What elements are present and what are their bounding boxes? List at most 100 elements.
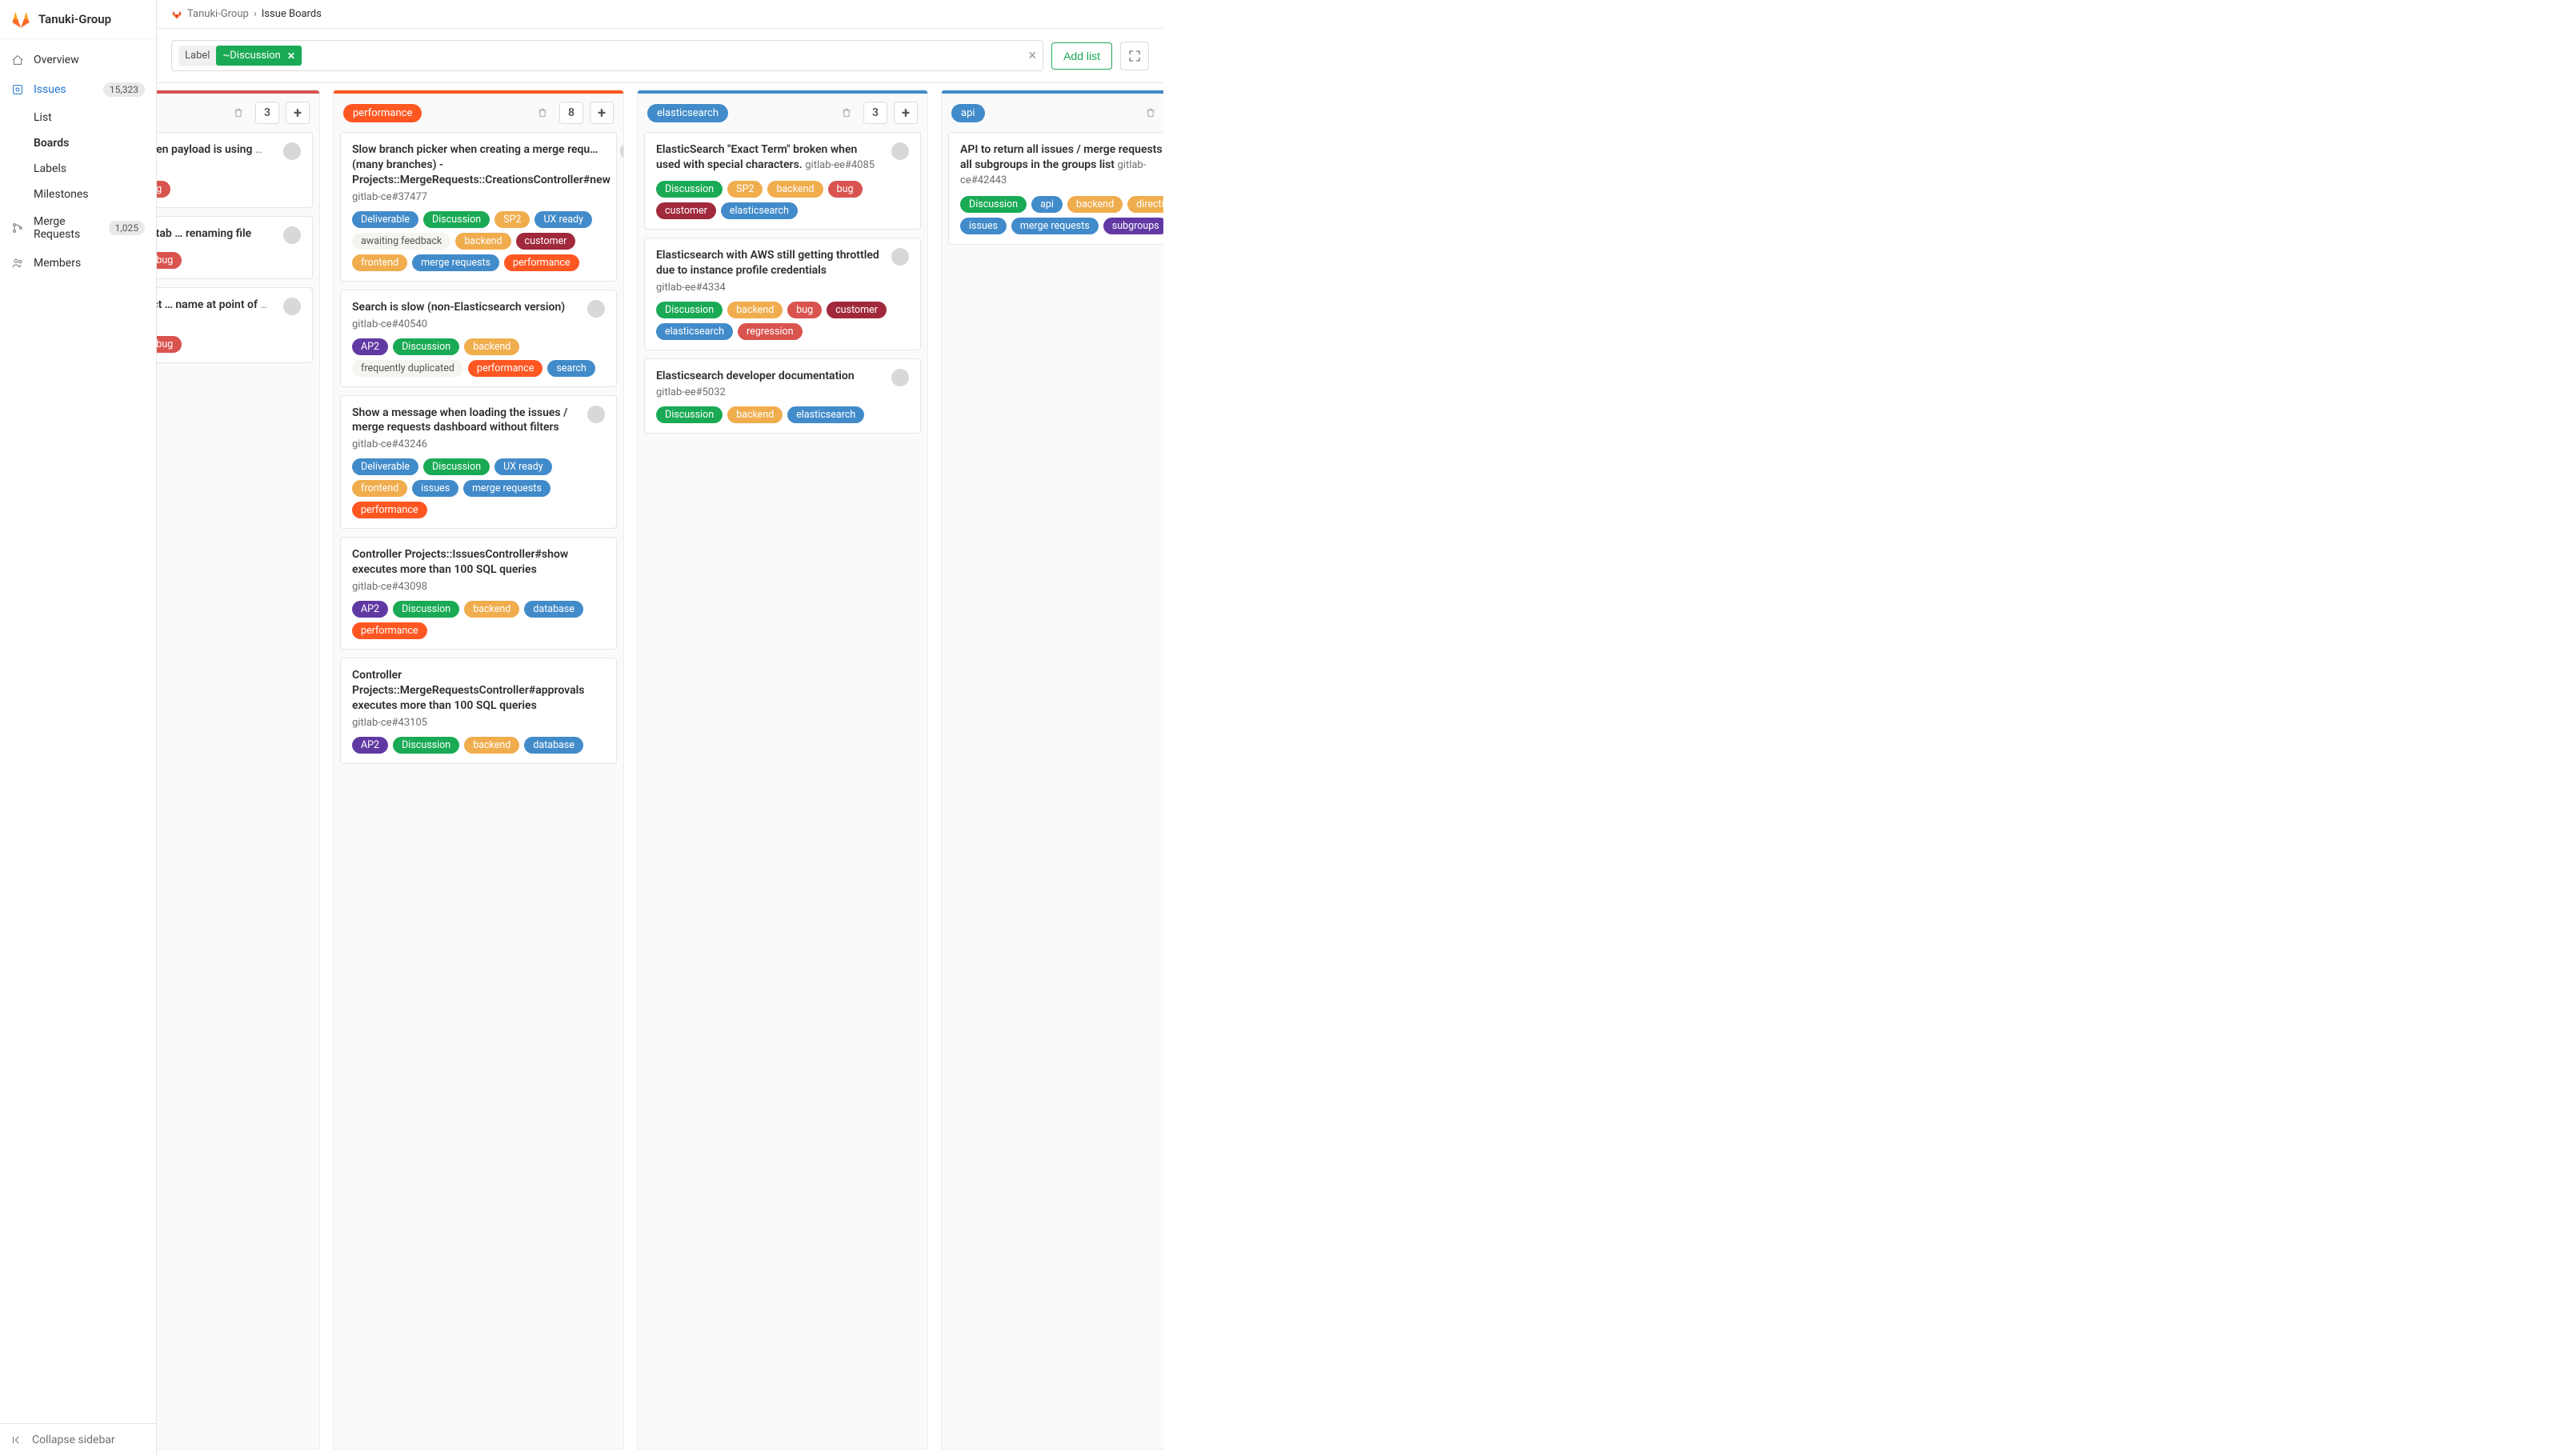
label-pill[interactable]: AP2: [352, 737, 388, 754]
label-pill[interactable]: regression: [738, 323, 803, 340]
issue-card[interactable]: ElasticSearch "Exact Term" broken when u…: [644, 132, 921, 230]
label-pill[interactable]: frontend: [352, 480, 407, 497]
column-delete-button[interactable]: [836, 102, 857, 123]
assignee-avatar[interactable]: [283, 298, 301, 315]
label-pill[interactable]: Discussion: [393, 737, 459, 754]
column-add-button[interactable]: +: [894, 102, 918, 124]
issue-card[interactable]: Show a message when loading the issues /…: [340, 395, 617, 530]
label-pill[interactable]: UX ready: [534, 211, 592, 228]
label-pill[interactable]: backend: [464, 338, 519, 355]
assignee-avatar[interactable]: [891, 142, 909, 160]
label-pill[interactable]: backend: [1067, 196, 1123, 213]
label-pill[interactable]: AP2: [352, 601, 388, 618]
assignee-avatar[interactable]: [283, 226, 301, 244]
label-pill[interactable]: frequently duplicated: [352, 360, 463, 377]
label-pill[interactable]: api: [1031, 196, 1063, 213]
label-pill[interactable]: awaiting feedback: [352, 233, 450, 250]
issue-card[interactable]: …me inside Changes-tab … renaming file S…: [157, 216, 313, 279]
filter-input[interactable]: Label ~Discussion ✕ ×: [171, 40, 1043, 71]
label-pill[interactable]: database: [524, 737, 583, 754]
label-pill[interactable]: Discussion: [423, 211, 490, 228]
issue-card[interactable]: Elasticsearch developer documentation gi…: [644, 358, 921, 434]
label-pill[interactable]: Deliverable: [352, 211, 418, 228]
filter-chip[interactable]: ~Discussion ✕: [216, 46, 301, 66]
sidebar-subitem-boards[interactable]: Boards: [34, 130, 156, 156]
filter-chip-remove-icon[interactable]: ✕: [287, 50, 295, 62]
label-pill[interactable]: backend: [464, 601, 519, 618]
label-pill[interactable]: search: [547, 360, 594, 377]
label-pill[interactable]: Deliverable: [352, 458, 418, 475]
label-pill[interactable]: UX ready: [494, 458, 552, 475]
sidebar-item-overview[interactable]: Overview: [0, 46, 156, 74]
label-pill[interactable]: bug: [157, 181, 170, 198]
label-pill[interactable]: database: [524, 601, 583, 618]
label-pill[interactable]: issues: [960, 218, 1007, 234]
issue-card[interactable]: Elasticsearch with AWS still getting thr…: [644, 238, 921, 350]
boards-container[interactable]: 3 + …ilestones data- …when payload is us…: [157, 83, 1163, 1456]
issue-card[interactable]: …ilestones data- …when payload is using …: [157, 132, 313, 208]
column-body[interactable]: …ilestones data- …when payload is using …: [157, 132, 319, 1449]
label-pill[interactable]: elasticsearch: [787, 406, 864, 423]
label-pill[interactable]: issues: [412, 480, 458, 497]
label-pill[interactable]: Discussion: [656, 302, 723, 318]
sidebar-subitem-labels[interactable]: Labels: [34, 156, 156, 182]
column-delete-button[interactable]: [228, 102, 249, 123]
assignee-avatar[interactable]: [891, 248, 909, 266]
label-pill[interactable]: customer: [656, 202, 716, 219]
label-pill[interactable]: bug: [828, 181, 863, 198]
label-pill[interactable]: backend: [727, 302, 783, 318]
label-pill[interactable]: Discussion: [393, 338, 459, 355]
label-pill[interactable]: SP2: [727, 181, 763, 198]
label-pill[interactable]: customer: [516, 233, 576, 250]
label-pill[interactable]: merge requests: [1011, 218, 1099, 234]
label-pill[interactable]: Discussion: [656, 181, 723, 198]
issue-card[interactable]: …e Issue' using project … name at point …: [157, 287, 313, 363]
assignee-avatar[interactable]: [587, 300, 605, 318]
issue-card[interactable]: API to return all issues / merge request…: [948, 132, 1163, 245]
label-pill[interactable]: backend: [464, 737, 519, 754]
label-pill[interactable]: bug: [157, 252, 182, 269]
label-pill[interactable]: merge requests: [463, 480, 550, 497]
label-pill[interactable]: frontend: [352, 254, 407, 271]
label-pill[interactable]: customer: [827, 302, 887, 318]
label-pill[interactable]: backend: [727, 406, 783, 423]
label-pill[interactable]: Discussion: [960, 196, 1027, 213]
assignee-avatar[interactable]: [587, 406, 605, 423]
column-add-button[interactable]: +: [286, 102, 310, 124]
issue-card[interactable]: Search is slow (non-Elasticsearch versio…: [340, 290, 617, 387]
column-label-pill[interactable]: performance: [343, 104, 422, 122]
column-body[interactable]: API to return all issues / merge request…: [942, 132, 1163, 1449]
issue-card[interactable]: Controller Projects::IssuesController#sh…: [340, 537, 617, 650]
assignee-avatar[interactable]: [891, 369, 909, 386]
fullscreen-button[interactable]: [1120, 42, 1149, 70]
collapse-sidebar-button[interactable]: Collapse sidebar: [0, 1423, 156, 1456]
label-pill[interactable]: Discussion: [393, 601, 459, 618]
label-pill[interactable]: performance: [352, 502, 427, 518]
sidebar-item-members[interactable]: Members: [0, 249, 156, 278]
breadcrumb-group[interactable]: Tanuki-Group: [187, 8, 249, 20]
label-pill[interactable]: direction: [1127, 196, 1163, 213]
label-pill[interactable]: subgroups: [1103, 218, 1163, 234]
label-pill[interactable]: backend: [767, 181, 823, 198]
sidebar-item-merge-requests[interactable]: Merge Requests1,025: [0, 207, 156, 249]
issue-card[interactable]: Slow branch picker when creating a merge…: [340, 132, 617, 282]
column-label-pill[interactable]: elasticsearch: [647, 104, 728, 122]
sidebar-item-issues[interactable]: Issues15,323: [0, 74, 156, 105]
sidebar-subitem-list[interactable]: List: [34, 105, 156, 130]
column-delete-button[interactable]: [1140, 102, 1161, 123]
column-body[interactable]: ElasticSearch "Exact Term" broken when u…: [638, 132, 927, 1449]
label-pill[interactable]: bug: [787, 302, 822, 318]
label-pill[interactable]: elasticsearch: [656, 323, 733, 340]
label-pill[interactable]: Discussion: [656, 406, 723, 423]
column-delete-button[interactable]: [532, 102, 553, 123]
column-body[interactable]: Slow branch picker when creating a merge…: [334, 132, 623, 1449]
label-pill[interactable]: elasticsearch: [721, 202, 798, 219]
label-pill[interactable]: SP2: [494, 211, 530, 228]
add-list-button[interactable]: Add list: [1051, 42, 1112, 70]
label-pill[interactable]: performance: [352, 622, 427, 639]
label-pill[interactable]: performance: [504, 254, 579, 271]
sidebar-header[interactable]: Tanuki-Group: [0, 0, 156, 39]
label-pill[interactable]: AP2: [352, 338, 388, 355]
issue-card[interactable]: Controller Projects::MergeRequestsContro…: [340, 658, 617, 764]
column-add-button[interactable]: +: [590, 102, 614, 124]
